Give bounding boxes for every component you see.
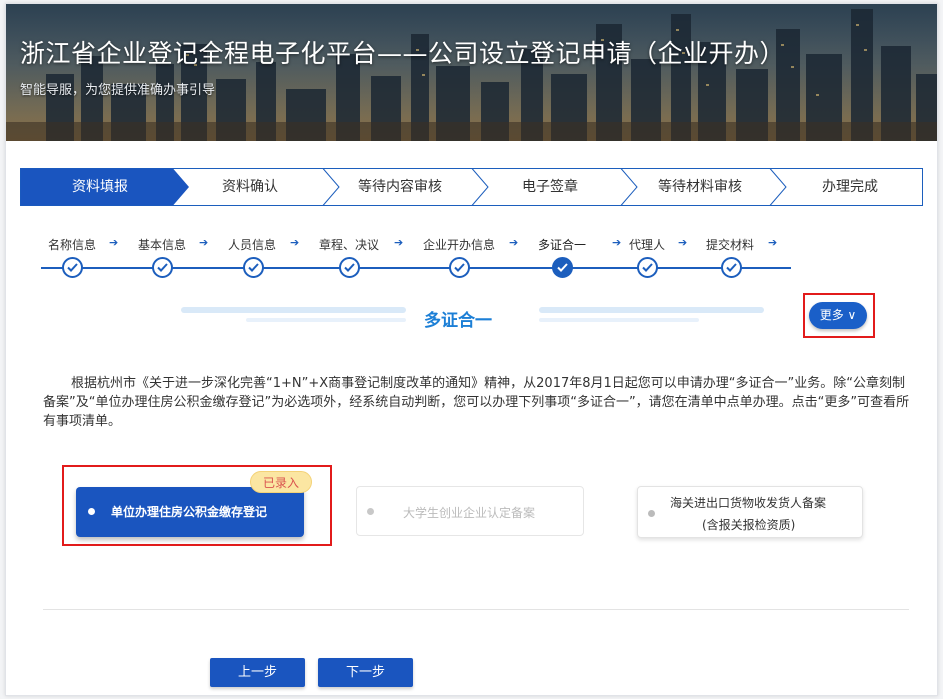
step-material-review[interactable]: 等待材料审核 xyxy=(625,168,775,206)
arrow-right-icon: ➔ xyxy=(678,236,688,249)
check-circle-filled-icon xyxy=(552,257,573,278)
option-label: 单位办理住房公积金缴存登记 xyxy=(111,505,268,519)
header-banner: 浙江省企业登记全程电子化平台——公司设立登记申请（企业开办） 智能导服，为您提供… xyxy=(6,4,937,141)
option-customs-filing[interactable]: 海关进出口货物收发货人备案 (含报关报检资质) xyxy=(637,486,863,538)
option-label: 大学生创业企业认定备案 xyxy=(403,506,536,520)
bullet-dot-icon xyxy=(367,508,374,515)
entered-badge: 已录入 xyxy=(250,471,312,493)
arrow-right-icon: ➔ xyxy=(199,236,209,249)
substep-personnel-info[interactable]: 人员信息 xyxy=(228,236,276,253)
divider xyxy=(43,609,909,610)
substep-multi-cert[interactable]: 多证合一 xyxy=(538,236,586,253)
substep-agent[interactable]: 代理人 xyxy=(629,236,665,253)
substep-name-info[interactable]: 名称信息 xyxy=(48,236,96,253)
description-text: 根据杭州市《关于进一步深化完善“1+N”+X商事登记制度改革的通知》精神，从20… xyxy=(43,376,910,429)
option-housing-fund-registration[interactable]: 单位办理住房公积金缴存登记 xyxy=(76,487,304,537)
substep-enterprise-opening-info[interactable]: 企业开办信息 xyxy=(423,236,495,253)
substep-basic-info[interactable]: 基本信息 xyxy=(138,236,186,253)
city-skyline-image xyxy=(6,4,937,141)
option-label: 海关进出口货物收发货人备案 xyxy=(670,496,827,510)
arrow-right-icon: ➔ xyxy=(290,236,300,249)
check-circle-icon xyxy=(243,257,264,278)
check-circle-icon xyxy=(721,257,742,278)
section-decor-line xyxy=(181,307,406,313)
sub-step-nav: 名称信息 ➔ 基本信息 ➔ 人员信息 ➔ 章程、决议 ➔ 企业开办信息 ➔ 多证… xyxy=(6,230,937,290)
app-frame: 浙江省企业登记全程电子化平台——公司设立登记申请（企业开办） 智能导服，为您提供… xyxy=(5,3,938,696)
next-step-button[interactable]: 下一步 xyxy=(318,658,413,687)
substep-submit-materials[interactable]: 提交材料 xyxy=(706,236,754,253)
arrow-right-icon: ➔ xyxy=(394,236,404,249)
more-button[interactable]: 更多 ∨ xyxy=(809,302,867,329)
check-circle-icon xyxy=(637,257,658,278)
check-circle-icon xyxy=(449,257,470,278)
section-title: 多证合一 xyxy=(424,311,492,331)
section-decor-line xyxy=(539,318,699,322)
page-title: 浙江省企业登记全程电子化平台——公司设立登记申请（企业开办） xyxy=(20,39,786,68)
arrow-right-icon: ➔ xyxy=(768,236,778,249)
prev-step-button[interactable]: 上一步 xyxy=(210,658,305,687)
page-subtitle: 智能导服，为您提供准确办事引导 xyxy=(20,83,216,98)
bullet-dot-icon xyxy=(648,510,655,517)
option-sublabel: (含报关报检资质) xyxy=(702,518,796,532)
progress-stepbar: 资料填报 资料确认 等待内容审核 电子签章 等待材料审核 办理完成 xyxy=(20,168,923,206)
step-confirm-info[interactable]: 资料确认 xyxy=(180,168,320,206)
check-circle-icon xyxy=(62,257,83,278)
option-student-startup-filing: 大学生创业企业认定备案 xyxy=(356,486,584,536)
check-circle-icon xyxy=(339,257,360,278)
check-circle-icon xyxy=(152,257,173,278)
section-decor-line xyxy=(539,307,764,313)
step-complete[interactable]: 办理完成 xyxy=(775,168,925,206)
bullet-dot-icon xyxy=(88,508,95,515)
section-decor-line xyxy=(246,318,406,322)
substep-articles-resolutions[interactable]: 章程、决议 xyxy=(319,236,379,253)
arrow-right-icon: ➔ xyxy=(509,236,519,249)
step-content-review[interactable]: 等待内容审核 xyxy=(325,168,475,206)
arrow-right-icon: ➔ xyxy=(612,236,622,249)
arrow-right-icon: ➔ xyxy=(109,236,119,249)
step-fill-info[interactable]: 资料填报 xyxy=(20,168,180,206)
step-e-signature[interactable]: 电子签章 xyxy=(475,168,625,206)
